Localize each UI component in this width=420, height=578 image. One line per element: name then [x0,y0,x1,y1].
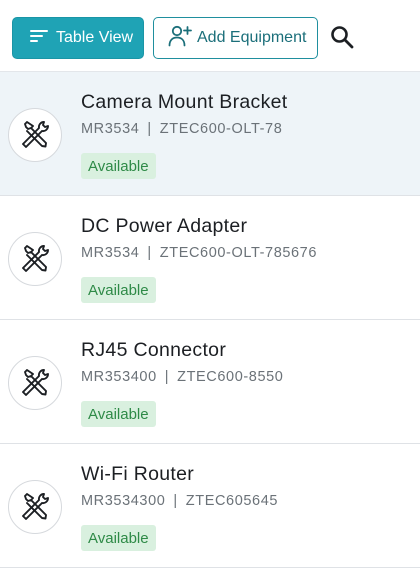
separator: | [147,245,152,261]
equipment-list-item[interactable]: Wi-Fi Router MR3534300 | ZTEC605645 Availa… [0,444,420,568]
sort-lines-icon [30,29,48,48]
tools-icon [8,356,62,410]
status-badge: Available [81,277,156,303]
equipment-meta: MR353400 | ZTEC600-8550 [81,369,283,385]
equipment-list-item[interactable]: Camera Mount Bracket MR3534 | ZTEC600-OLT-… [0,72,420,196]
tools-icon [8,480,62,534]
tools-icon [8,108,62,162]
separator: | [164,369,170,385]
status-badge: Available [81,525,156,551]
equipment-serial: ZTEC605645 [185,493,279,509]
equipment-meta: MR3534300 | ZTEC605645 [81,493,278,509]
equipment-code: MR3534300 [81,493,166,509]
status-badge: Available [81,153,156,179]
add-equipment-label: Add Equipment [197,29,307,46]
search-icon [328,26,356,55]
equipment-code: MR3534 [81,245,140,261]
equipment-serial: ZTEC600-OLT-785676 [159,245,318,261]
table-view-button[interactable]: Table View [12,17,144,59]
equipment-meta: MR3534 | ZTEC600-OLT-78 [81,121,282,137]
add-equipment-button[interactable]: Add Equipment [153,17,318,59]
search-button[interactable] [328,23,356,51]
equipment-list-item[interactable]: DC Power Adapter MR3534 | ZTEC600-OLT-7856… [0,196,420,320]
equipment-name: RJ45 Connector [81,339,227,361]
table-view-label: Table View [56,29,134,46]
status-badge: Available [81,401,156,427]
toolbar: Table View Add Equipment [0,0,420,72]
equipment-name: Camera Mount Bracket [81,91,288,113]
add-user-icon [168,25,192,52]
equipment-code: MR353400 [81,369,157,385]
separator: | [147,121,152,137]
tools-icon [8,232,62,286]
equipment-serial: ZTEC600-OLT-78 [159,121,283,137]
separator: | [173,493,178,509]
equipment-serial: ZTEC600-8550 [177,369,284,385]
equipment-list-item[interactable]: RJ45 Connector MR353400 | ZTEC600-8550 Ava… [0,320,420,444]
equipment-name: Wi-Fi Router [81,463,195,485]
equipment-name: DC Power Adapter [81,215,248,237]
equipment-list: Camera Mount Bracket MR3534 | ZTEC600-OLT-… [0,72,420,568]
equipment-meta: MR3534 | ZTEC600-OLT-785676 [81,245,317,261]
equipment-code: MR3534 [81,121,140,137]
